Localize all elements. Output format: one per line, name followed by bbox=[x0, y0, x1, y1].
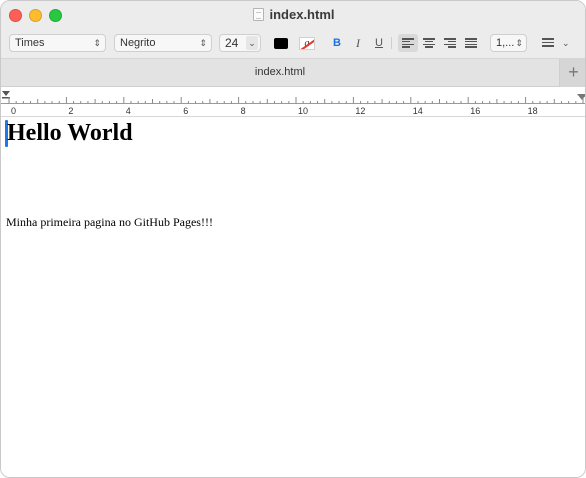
font-family-value: Times bbox=[15, 37, 45, 49]
ruler-label: 10 bbox=[298, 106, 308, 116]
up-down-chevron-icon: ⇕ bbox=[199, 38, 207, 48]
format-toolbar: Times ⇕ Negrito ⇕ 24 ⌄ a B I U 1,... ⇕ ⌄ bbox=[1, 34, 585, 54]
list-style-button[interactable]: ⌄ bbox=[542, 35, 572, 51]
align-left-icon bbox=[402, 38, 414, 48]
justify-icon bbox=[465, 38, 477, 48]
textedit-window: index.html Times ⇕ Negrito ⇕ 24 ⌄ a B I … bbox=[0, 0, 586, 478]
align-right-button[interactable] bbox=[440, 34, 460, 52]
ruler[interactable]: 02468101214161820 bbox=[1, 87, 586, 117]
up-down-chevron-icon: ⇕ bbox=[93, 38, 101, 48]
align-center-button[interactable] bbox=[419, 34, 439, 52]
ruler-scale: 02468101214161820 bbox=[1, 91, 586, 116]
bullet-list-icon bbox=[542, 38, 554, 48]
window-title-text: index.html bbox=[269, 7, 335, 22]
font-style-popup[interactable]: Negrito ⇕ bbox=[114, 34, 212, 52]
highlight-color-well[interactable]: a bbox=[299, 37, 315, 50]
right-indent-marker[interactable] bbox=[577, 94, 586, 100]
underline-button[interactable]: U bbox=[371, 35, 387, 51]
new-tab-button[interactable]: + bbox=[559, 59, 585, 87]
document-body[interactable]: Hello World Minha primeira pagina no Git… bbox=[1, 118, 585, 477]
window-title: index.html bbox=[1, 6, 585, 24]
highlight-glyph: a bbox=[304, 38, 310, 49]
tab-bar: index.html + bbox=[1, 58, 585, 87]
font-size-value: 24 bbox=[225, 36, 239, 50]
tab-index-html[interactable]: index.html bbox=[1, 59, 559, 87]
font-family-popup[interactable]: Times ⇕ bbox=[9, 34, 106, 52]
ruler-label: 8 bbox=[241, 106, 246, 116]
window-chrome: index.html Times ⇕ Negrito ⇕ 24 ⌄ a B I … bbox=[1, 1, 585, 87]
bold-button[interactable]: B bbox=[329, 35, 345, 51]
align-right-icon bbox=[444, 38, 456, 48]
ruler-label: 2 bbox=[68, 106, 73, 116]
ruler-ticks bbox=[8, 97, 584, 104]
justify-button[interactable] bbox=[461, 34, 481, 52]
ruler-label: 0 bbox=[11, 106, 16, 116]
document-heading: Hello World bbox=[7, 120, 133, 146]
ruler-label: 12 bbox=[355, 106, 365, 116]
left-indent-marker[interactable] bbox=[2, 91, 10, 96]
ruler-label: 14 bbox=[413, 106, 423, 116]
toolbar-divider bbox=[391, 37, 392, 49]
align-left-button[interactable] bbox=[398, 34, 418, 52]
ruler-label: 6 bbox=[183, 106, 188, 116]
text-color-well[interactable] bbox=[274, 38, 288, 49]
document-icon bbox=[253, 8, 265, 21]
line-spacing-value: 1,... bbox=[496, 37, 515, 49]
line-spacing-popup[interactable]: 1,... ⇕ bbox=[490, 34, 527, 52]
font-style-value: Negrito bbox=[120, 37, 156, 49]
document-paragraph: Minha primeira pagina no GitHub Pages!!! bbox=[6, 215, 213, 229]
chevron-down-icon: ⌄ bbox=[562, 38, 570, 48]
ruler-label: 18 bbox=[528, 106, 538, 116]
ruler-label: 16 bbox=[470, 106, 480, 116]
align-center-icon bbox=[423, 38, 435, 48]
italic-button[interactable]: I bbox=[350, 35, 366, 51]
up-down-chevron-icon: ⇕ bbox=[515, 38, 523, 48]
chevron-down-icon[interactable]: ⌄ bbox=[246, 36, 258, 50]
ruler-label: 4 bbox=[126, 106, 131, 116]
font-size-combo[interactable]: 24 ⌄ bbox=[219, 34, 261, 52]
ruler-labels: 02468101214161820 bbox=[11, 106, 538, 116]
